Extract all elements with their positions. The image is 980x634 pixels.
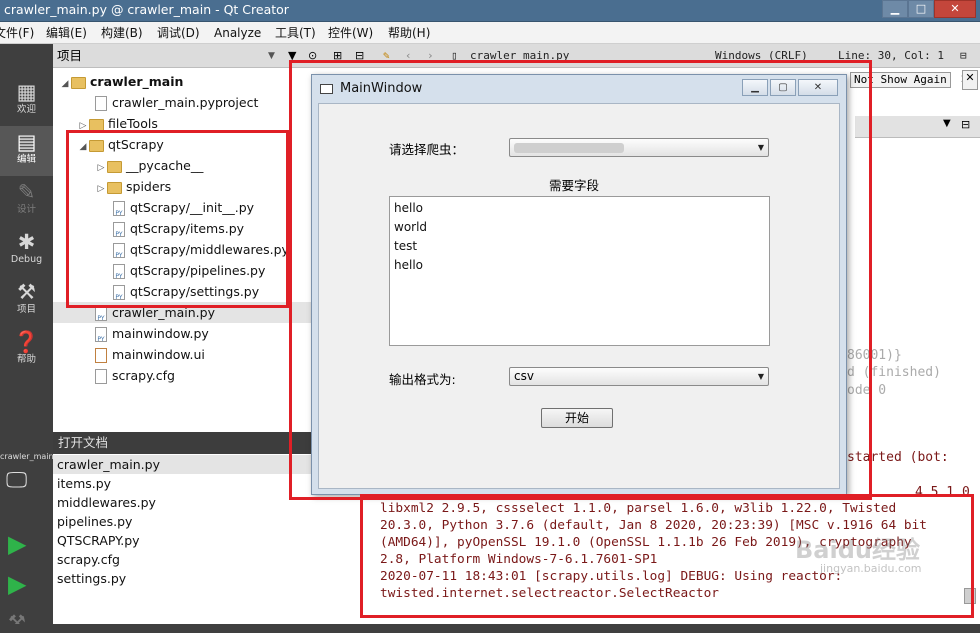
mode-help[interactable]: ❓ 帮助 (0, 326, 53, 376)
expand-arrow-icon[interactable]: ◢ (59, 74, 71, 95)
mode-welcome[interactable]: ▦ 欢迎 (0, 76, 53, 126)
minimize-button[interactable]: ▁ (882, 0, 908, 18)
tree-item-pyproject[interactable]: crawler_main.pyproject (95, 92, 258, 113)
mode-design[interactable]: ✎ 设计 (0, 176, 53, 226)
annotation-box-output (360, 494, 974, 618)
mode-design-label: 设计 (16, 204, 36, 215)
monitor-icon[interactable]: 🖵 (6, 468, 27, 493)
menu-tools[interactable]: 工具(T) (275, 22, 316, 44)
tree-item-scrapy-cfg[interactable]: scrapy.cfg (95, 365, 175, 386)
output-pane-toolbar: ▼ ⊟ (855, 116, 980, 138)
open-doc-item[interactable]: settings.py (57, 569, 126, 588)
open-doc-item[interactable]: middlewares.py (57, 493, 156, 512)
menu-build[interactable]: 构建(B) (101, 22, 143, 44)
pencil-icon: ✎ (17, 180, 36, 204)
window-title: crawler_main.py @ crawler_main - Qt Crea… (4, 2, 289, 17)
kit-label: crawler_main (0, 452, 54, 461)
editor-close-icon[interactable]: ⊟ (960, 44, 967, 68)
menu-analyze[interactable]: Analyze (214, 22, 261, 44)
annotation-box-qtscrapy (66, 130, 289, 308)
mode-edit[interactable]: ▤ 编辑 (0, 126, 53, 176)
folder-icon (89, 118, 104, 131)
tree-item-crawler-main[interactable]: ◢ crawler_main (59, 71, 184, 95)
project-panel-title: 项目 (57, 48, 83, 63)
mode-edit-label: 编辑 (16, 154, 36, 165)
scroll-close-icon[interactable]: ✕ (962, 70, 978, 90)
close-button[interactable]: ✕ (934, 0, 976, 18)
tree-item-label: mainwindow.py (112, 326, 209, 341)
tree-item-mainwindow-py[interactable]: PY mainwindow.py (95, 323, 209, 344)
run-icon[interactable]: ▶ (8, 530, 26, 558)
open-doc-item[interactable]: items.py (57, 474, 111, 493)
chevron-down-icon[interactable]: ▼ (268, 44, 275, 68)
tree-item-label: mainwindow.ui (112, 347, 205, 362)
open-documents-title: 打开文档 (58, 435, 109, 450)
edit-icon: ▤ (16, 130, 37, 154)
file-icon (95, 369, 107, 384)
tree-item-label: scrapy.cfg (112, 368, 175, 383)
tree-item-label: fileTools (108, 116, 158, 131)
folder-icon (71, 76, 86, 89)
mode-sidebar: ▦ 欢迎 ▤ 编辑 ✎ 设计 ✱ Debug ⚒ 项目 ❓ 帮助 crawler… (0, 44, 54, 634)
window-titlebar: crawler_main.py @ crawler_main - Qt Crea… (0, 0, 980, 22)
tree-item-label: crawler_main.pyproject (112, 95, 259, 110)
file-icon (95, 96, 107, 111)
menu-controls[interactable]: 控件(W) (328, 22, 373, 44)
ui-file-icon (95, 348, 107, 363)
menu-bar: 文件(F) 编辑(E) 构建(B) 调试(D) Analyze 工具(T) 控件… (0, 22, 380, 44)
open-doc-item[interactable]: scrapy.cfg (57, 550, 120, 569)
grid-icon: ▦ (16, 80, 37, 104)
mode-projects-label: 项目 (16, 304, 36, 315)
menu-file[interactable]: 文件(F) (0, 22, 34, 44)
mode-projects[interactable]: ⚒ 项目 (0, 276, 53, 326)
output-close-icon[interactable]: ⊟ (961, 118, 970, 131)
maximize-button[interactable]: □ (908, 0, 934, 18)
tree-item-mainwindow-ui[interactable]: mainwindow.ui (95, 344, 205, 365)
menu-help[interactable]: 帮助(H) (388, 22, 430, 44)
menu-bar-right: 帮助(H) (380, 22, 980, 44)
open-doc-item[interactable]: QTSCRAPY.py (57, 531, 140, 550)
mode-debug-label: Debug (10, 254, 43, 265)
annotation-box-dialog (289, 60, 872, 500)
python-file-icon: PY (95, 306, 107, 321)
status-bar (0, 624, 980, 633)
menu-edit[interactable]: 编辑(E) (46, 22, 87, 44)
python-file-icon: PY (95, 327, 107, 342)
bug-icon: ✱ (17, 230, 36, 254)
chevron-down-icon[interactable]: ▼ (943, 118, 951, 129)
tree-item-label: crawler_main (90, 74, 184, 89)
help-icon: ❓ (13, 330, 40, 354)
mode-help-label: 帮助 (16, 354, 36, 365)
mode-welcome-label: 欢迎 (16, 104, 36, 115)
open-doc-item[interactable]: pipelines.py (57, 512, 132, 531)
debug-run-icon[interactable]: ▶ (8, 570, 26, 598)
mode-debug[interactable]: ✱ Debug (0, 226, 53, 276)
menu-debug[interactable]: 调试(D) (157, 22, 200, 44)
wrench-icon: ⚒ (17, 280, 36, 304)
